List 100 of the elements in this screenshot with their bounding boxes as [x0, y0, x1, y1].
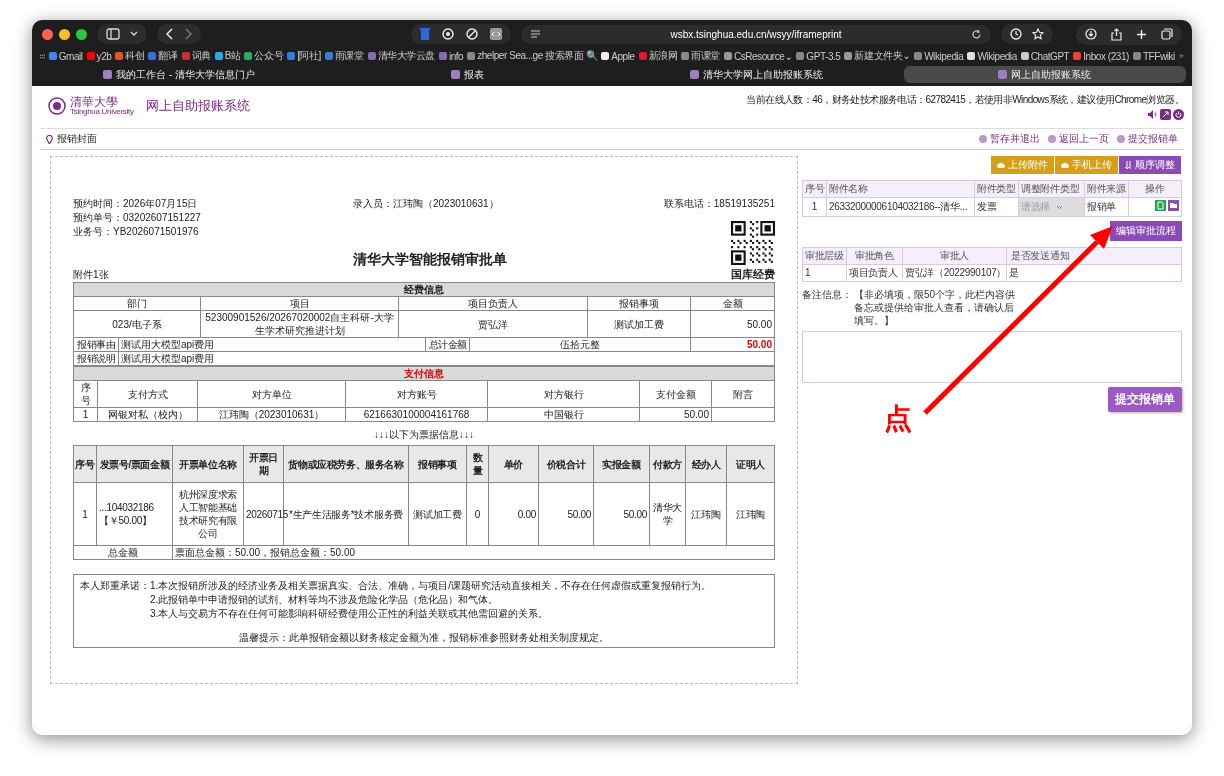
bookmark[interactable]: y2b [86, 50, 112, 62]
reload-icon[interactable] [971, 28, 982, 40]
plus-icon[interactable] [1136, 28, 1147, 40]
table-cell: 伍拾元整 [469, 337, 691, 352]
power-icon[interactable] [1173, 108, 1184, 120]
share-icon[interactable] [1111, 27, 1122, 41]
tabs-icon[interactable] [1161, 28, 1173, 40]
table-cell: 项目负责人 [846, 264, 903, 282]
table-cell: 发票 [974, 197, 1019, 217]
address-bar[interactable]: wsbx.tsinghua.edu.cn/wsyy/iframeprint [521, 24, 991, 44]
bookmark[interactable]: CsResource⌄ [723, 50, 793, 62]
logo-wordmark: 清華大學 [70, 96, 118, 108]
trash-icon[interactable] [420, 28, 430, 40]
bookmark[interactable]: 词典 [181, 49, 211, 63]
code-icon[interactable] [490, 28, 502, 40]
table-cell: 报销单 [1084, 197, 1129, 217]
fullscreen-icon[interactable] [1160, 108, 1171, 120]
toolbar-link[interactable]: 提交报销单 [1117, 132, 1178, 146]
table-header: 序号 [802, 180, 827, 198]
bookmark[interactable]: Inbox (231) [1073, 50, 1129, 62]
history-icon[interactable] [1010, 28, 1022, 40]
total-amount: 50.00 [690, 337, 775, 352]
reader-icon [530, 28, 541, 40]
block-icon[interactable] [466, 28, 478, 40]
folder-icon[interactable] [1168, 200, 1179, 211]
bookmark[interactable]: GPT-3.5 [796, 50, 841, 62]
toolbar-link[interactable]: 返回上一页 [1048, 132, 1109, 146]
bookmark[interactable]: TFFwiki [1132, 50, 1175, 62]
table-cell: 50.00 [690, 310, 775, 338]
close-button[interactable] [42, 28, 53, 40]
circle-icon [1117, 135, 1125, 143]
bookmark[interactable]: Wikipedia [967, 50, 1017, 62]
table-header: 报销事项 [587, 296, 691, 311]
target-icon[interactable] [442, 28, 454, 40]
table-header: 部门 [73, 296, 201, 311]
attachment-count: 附件1张 [73, 268, 110, 282]
row-label: 总计金额 [425, 337, 470, 352]
minimize-button[interactable] [59, 28, 70, 40]
bookmark[interactable]: info [438, 50, 464, 62]
browser-tab[interactable]: 网上自助报账系统 [903, 66, 1186, 83]
bookmark[interactable]: Gmail [48, 50, 83, 62]
edit-flow-button[interactable]: 编辑审批流程 [1110, 221, 1182, 241]
browser-tab[interactable]: 我的工作台 - 清华大学信息门户 [38, 66, 321, 83]
table-cell: 测试用大模型api费用 [118, 337, 426, 352]
speaker-icon[interactable] [1147, 108, 1158, 120]
table-cell: 中国银行 [487, 407, 640, 422]
bookmark[interactable]: 公众号 [244, 49, 284, 63]
bookmark[interactable]: [阿社] [287, 49, 321, 63]
table-header: 支付方式 [97, 380, 198, 408]
table-cell: 测试加工费 [408, 482, 467, 546]
remark-field[interactable] [802, 331, 1182, 383]
commitment-item: 3.本人与交易方不存在任何可能影响科研经费使用公正性的利益关联或其他需回避的关系。 [150, 607, 550, 621]
table-cell: 1 [73, 407, 98, 422]
table-cell: 测试用大模型api费用 [118, 351, 775, 366]
submit-button[interactable]: 提交报销单 [1108, 387, 1182, 412]
bookmark[interactable]: 翻译 [148, 49, 178, 63]
bookmark[interactable]: zhelper Sea...ge 搜索界面 🔍 [467, 49, 598, 63]
table-header: 附件名称 [826, 180, 975, 198]
bookmark[interactable]: B站 [214, 49, 241, 63]
table-cell: 江玮陶 [685, 482, 727, 546]
forward-icon[interactable] [184, 28, 192, 40]
table-header: 调整附件类型 [1018, 180, 1085, 198]
meta-field: 预约时间：2026年07月15日 [73, 197, 353, 211]
table-header: 货物或应税劳务、服务名称 [283, 445, 409, 483]
system-title: 网上自助报账系统 [145, 97, 250, 115]
table-header: 对方单位 [197, 380, 346, 408]
sidebar-button[interactable] [97, 24, 147, 44]
toolbar-link[interactable]: 暂存并退出 [979, 132, 1040, 146]
bookmark[interactable]: 新浪网 [638, 49, 678, 63]
logo-subtitle: Tsinghua University [70, 108, 134, 116]
bookmark[interactable]: ChatGPT [1020, 50, 1070, 62]
table-cell: 50.00 [639, 407, 712, 422]
cloud-icon [1061, 162, 1069, 168]
star-icon[interactable] [1032, 28, 1044, 40]
bookmark[interactable]: 科创 [115, 49, 145, 63]
bookmark[interactable]: 雨课堂 [681, 49, 720, 63]
bookmark[interactable]: 清华大学云盘 [367, 49, 435, 63]
zoom-button[interactable] [76, 28, 87, 40]
bookmark[interactable]: 新建文件夹⌄ [844, 49, 911, 63]
table-cell: 52300901526/20267020002自主科研-大学生学术研究推进计划 [200, 310, 399, 338]
bookmark[interactable]: 雨课堂 [324, 49, 364, 63]
site-icon [103, 70, 113, 79]
table-header: 报销事项 [408, 445, 467, 483]
table-header: 单价 [488, 445, 539, 483]
row-label: 总金额 [73, 545, 173, 560]
back-icon[interactable] [166, 28, 174, 40]
site-icon [451, 70, 461, 79]
site-icon [998, 70, 1008, 79]
invoice-number: ...104032186 [99, 501, 155, 514]
circle-icon [979, 135, 987, 143]
toolbar-button[interactable]: 顺序调整 [1119, 156, 1182, 174]
more-bookmarks-icon[interactable] [1178, 52, 1184, 60]
bookmark[interactable]: Apple [601, 50, 635, 62]
table-cell: 0.00 [488, 482, 539, 546]
download-icon[interactable] [1085, 28, 1097, 40]
bookmark[interactable]: Wikipedia [914, 50, 964, 62]
browser-tab[interactable]: 清华大学网上自助报账系统 [615, 66, 898, 83]
table-header: 实报金额 [593, 445, 650, 483]
apps-grid-icon[interactable] [40, 52, 45, 60]
browser-tab[interactable]: 报表 [326, 66, 609, 83]
